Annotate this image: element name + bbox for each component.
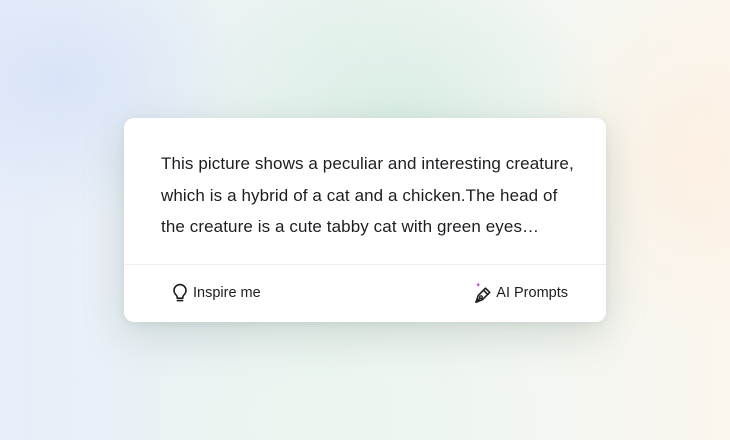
- pen-sparkle-icon: [473, 282, 493, 304]
- ai-prompts-label: AI Prompts: [496, 285, 568, 301]
- inspire-me-label: Inspire me: [193, 285, 261, 301]
- prompt-card: This picture shows a peculiar and intere…: [124, 118, 606, 322]
- divider: [124, 264, 606, 265]
- lightbulb-icon: [170, 282, 190, 304]
- ai-prompts-button[interactable]: AI Prompts: [473, 278, 568, 308]
- inspire-me-button[interactable]: Inspire me: [170, 278, 261, 308]
- prompt-text[interactable]: This picture shows a peculiar and intere…: [161, 148, 581, 243]
